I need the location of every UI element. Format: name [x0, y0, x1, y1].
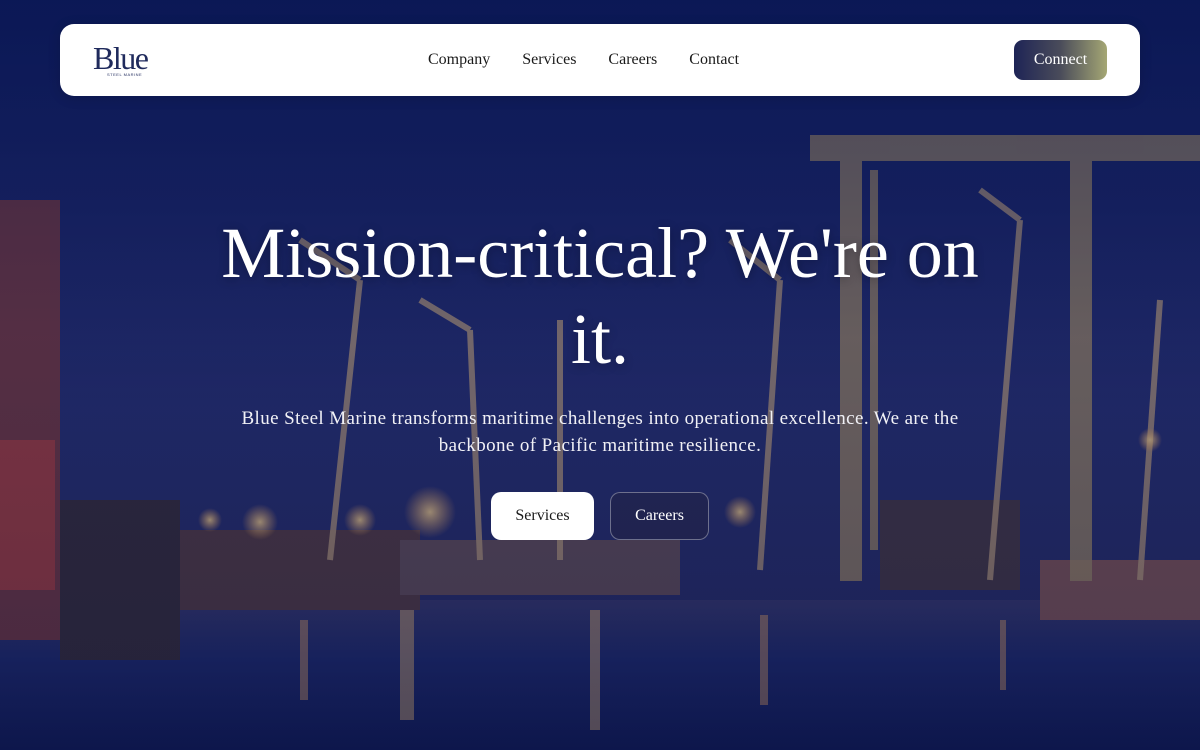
brand-logo[interactable]: Blue STEEL MARINE [93, 40, 155, 77]
nav-link-services[interactable]: Services [522, 51, 576, 69]
logo-wordmark: Blue [93, 40, 149, 76]
nav-link-careers[interactable]: Careers [608, 51, 657, 69]
top-navbar: Blue STEEL MARINE Company Services Caree… [60, 24, 1140, 96]
nav-link-company[interactable]: Company [428, 51, 490, 69]
logo-subtext: STEEL MARINE [107, 72, 143, 77]
nav-link-contact[interactable]: Contact [689, 51, 739, 69]
nav-links: Company Services Careers Contact [428, 24, 739, 96]
connect-button[interactable]: Connect [1014, 40, 1107, 80]
careers-button[interactable]: Careers [610, 492, 709, 540]
hero-cta-group: Services Careers [0, 492, 1200, 540]
services-button[interactable]: Services [491, 492, 594, 540]
hero-subtitle: Blue Steel Marine transforms maritime ch… [241, 408, 959, 456]
hero-title: Mission-critical? We're on it. [221, 213, 979, 379]
